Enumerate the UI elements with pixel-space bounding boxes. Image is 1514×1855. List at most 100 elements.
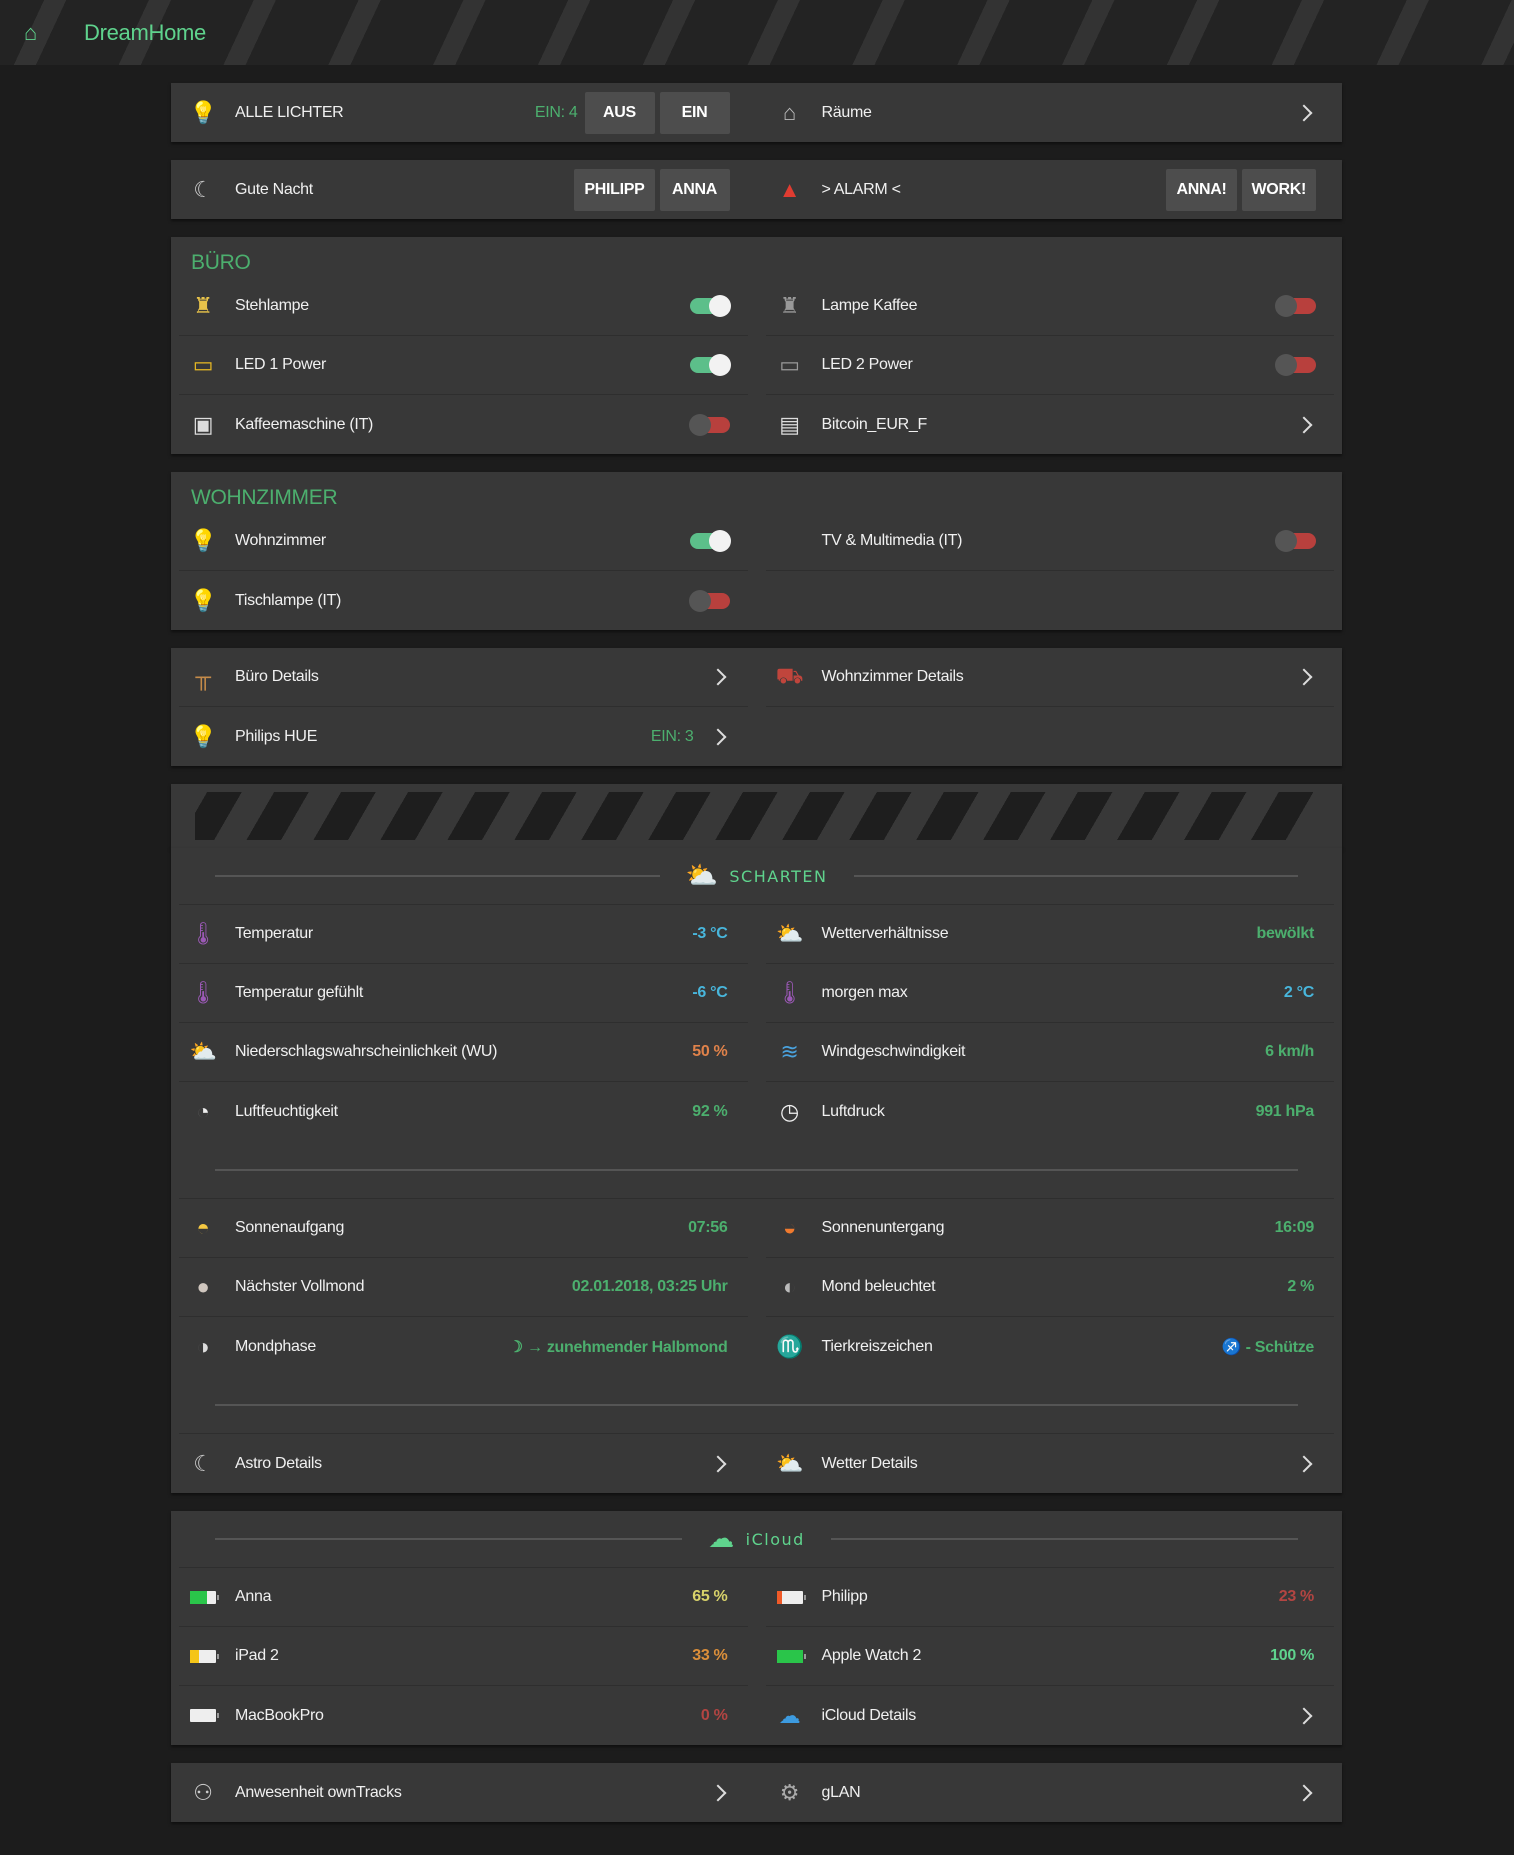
divider-line bbox=[215, 875, 660, 877]
item-value: EIN: 3 bbox=[650, 727, 694, 745]
toggle-switch[interactable] bbox=[688, 413, 730, 436]
item-büro-details[interactable]: ╥ Büro Details bbox=[179, 648, 748, 707]
item-philipp: Philipp 23 % bbox=[765, 1568, 1334, 1627]
battery-level bbox=[190, 1709, 219, 1722]
item-alle-lichter: 💡 ALLE LICHTER EIN: 4 AUS EIN bbox=[179, 83, 748, 142]
item-wohnzimmer: 💡 Wohnzimmer bbox=[179, 512, 748, 571]
chevron-right-icon[interactable] bbox=[1295, 416, 1313, 433]
toggle-knob[interactable] bbox=[688, 589, 711, 612]
document-icon: ▤ bbox=[779, 411, 800, 437]
empty-cell bbox=[766, 571, 1335, 630]
button-ein[interactable]: EIN bbox=[659, 91, 730, 134]
battery-level bbox=[190, 1649, 219, 1663]
item-bitcoin-eur-f[interactable]: ▤ Bitcoin_EUR_F bbox=[766, 395, 1335, 454]
battery-icon bbox=[189, 1702, 219, 1730]
item-glan[interactable]: ⚙ gLAN bbox=[766, 1763, 1335, 1822]
item-label: > ALARM < bbox=[821, 180, 901, 198]
item-value: 92 % bbox=[692, 1102, 728, 1120]
toggle-switch[interactable] bbox=[689, 530, 731, 552]
item-sonnenaufgang: ◓ Sonnenaufgang 07:56 bbox=[179, 1199, 748, 1258]
chevron-right-icon[interactable] bbox=[709, 668, 726, 686]
item-räume[interactable]: ⌂ Räume bbox=[766, 83, 1335, 142]
item-label: Anwesenheit ownTracks bbox=[235, 1783, 402, 1801]
panel: ☾ Gute Nacht PHILIPP ANNA ▲ > ALARM < ANNA! WOR… bbox=[171, 160, 1342, 219]
chevron-right-icon[interactable] bbox=[709, 728, 726, 745]
button-aus[interactable]: AUS bbox=[584, 91, 655, 134]
item-grid: ◓ Sonnenaufgang 07:56 ◒ Sonnenuntergang 16:09… bbox=[179, 1199, 1334, 1376]
item-grid: ☾ Gute Nacht PHILIPP ANNA ▲ > ALARM < ANNA! WOR… bbox=[179, 160, 1334, 219]
toggle-switch[interactable] bbox=[1275, 295, 1316, 317]
chevron-right-icon[interactable] bbox=[1295, 668, 1313, 686]
toggle-switch[interactable] bbox=[1275, 354, 1316, 376]
item-anna: Anna 65 % bbox=[179, 1568, 748, 1627]
house-icon: ⌂ bbox=[783, 99, 796, 125]
button-anna[interactable]: ANNA! bbox=[1166, 168, 1237, 211]
chevron-right-icon[interactable] bbox=[1295, 1784, 1313, 1801]
sunset-icon: ◒ bbox=[783, 1215, 796, 1240]
button-anna[interactable]: ANNA bbox=[659, 168, 730, 211]
toggle-knob[interactable] bbox=[708, 530, 731, 552]
chevron-right-icon[interactable] bbox=[1295, 104, 1313, 121]
toggle-knob[interactable] bbox=[1275, 530, 1297, 552]
item-apple-watch-2: Apple Watch 2 100 % bbox=[765, 1627, 1334, 1686]
chevron-right-icon[interactable] bbox=[709, 1784, 726, 1801]
chevron-right-icon[interactable] bbox=[1295, 1455, 1313, 1472]
battery-level bbox=[776, 1649, 806, 1663]
item-grid: ♜ Stehlampe ♜ Lampe Kaffee ▭ LED 1 Power ▭ LED … bbox=[179, 277, 1334, 454]
divider-line bbox=[215, 1538, 683, 1540]
item-mond-beleuchtet: ◐ Mond beleuchtet 2 % bbox=[765, 1258, 1334, 1317]
item-windgeschwindigkeit: ≋ Windgeschwindigkeit 6 km/h bbox=[765, 1023, 1334, 1082]
item-morgen-max: 🌡 morgen max 2 °C bbox=[765, 964, 1334, 1023]
item-sonnenuntergang: ◒ Sonnenuntergang 16:09 bbox=[765, 1199, 1334, 1258]
item-philips-hue[interactable]: 💡 Philips HUE EIN: 3 bbox=[179, 707, 748, 766]
divider-line bbox=[215, 1403, 1298, 1406]
empty-cell bbox=[766, 707, 1335, 766]
item-tierkreiszeichen: ♏ Tierkreiszeichen ♐ - Schütze bbox=[766, 1317, 1335, 1376]
toggle-switch[interactable] bbox=[689, 295, 731, 317]
toggle-knob[interactable] bbox=[1275, 295, 1297, 317]
item-tischlampe-it: 💡 Tischlampe (IT) bbox=[179, 571, 748, 630]
toggle-knob[interactable] bbox=[708, 354, 731, 376]
item-label: Luftdruck bbox=[821, 1102, 885, 1120]
item-astro-details[interactable]: ☾ Astro Details bbox=[179, 1434, 748, 1493]
app-title[interactable]: DreamHome bbox=[84, 20, 206, 46]
item-wetter-details[interactable]: ⛅ Wetter Details bbox=[766, 1434, 1335, 1493]
toggle-knob[interactable] bbox=[1275, 354, 1297, 376]
home-icon[interactable]: ⌂ bbox=[24, 21, 46, 43]
item-label: MacBookPro bbox=[235, 1706, 324, 1724]
sun-cloud-icon: ⛅ bbox=[775, 921, 804, 946]
item-label: Tierkreiszeichen bbox=[821, 1337, 933, 1355]
item-wohnzimmer-details[interactable]: ⛟ Wohnzimmer Details bbox=[765, 648, 1334, 707]
toggle-switch[interactable] bbox=[689, 354, 731, 376]
item-label: gLAN bbox=[821, 1783, 861, 1801]
item-value: 991 hPa bbox=[1255, 1102, 1315, 1120]
bulb-icon: 💡 bbox=[189, 528, 217, 553]
toggle-switch[interactable] bbox=[688, 589, 730, 612]
toggle-knob[interactable] bbox=[688, 413, 711, 436]
item-label: iPad 2 bbox=[235, 1647, 279, 1664]
item-luftdruck: ◷ Luftdruck 991 hPa bbox=[766, 1082, 1335, 1141]
bulb-off-icon: 💡 bbox=[189, 587, 217, 613]
item-label: Windgeschwindigkeit bbox=[821, 1043, 966, 1060]
chevron-right-icon[interactable] bbox=[1295, 1707, 1313, 1724]
item-lampe-kaffee: ♜ Lampe Kaffee bbox=[765, 277, 1334, 336]
item-value: ☽ → zunehmender Halbmond bbox=[508, 1338, 728, 1356]
item-label: Tischlampe (IT) bbox=[235, 591, 342, 609]
toggle-knob[interactable] bbox=[708, 295, 731, 317]
toggle-switch[interactable] bbox=[1275, 530, 1316, 552]
item-label: Gute Nacht bbox=[235, 180, 313, 198]
item-led-1-power: ▭ LED 1 Power bbox=[179, 336, 748, 395]
item-label: Temperatur bbox=[235, 925, 313, 942]
item-icloud-details[interactable]: ☁ iCloud Details bbox=[766, 1686, 1335, 1745]
chevron-right-icon[interactable] bbox=[709, 1455, 726, 1472]
floor-lamp-off-icon: ♜ bbox=[779, 293, 800, 318]
item-mondphase: ◑ Mondphase ☽ → zunehmender Halbmond bbox=[179, 1317, 748, 1376]
wind-icon: ≋ bbox=[780, 1039, 799, 1064]
item-label: LED 1 Power bbox=[235, 356, 326, 373]
alarm-light-icon: ▲ bbox=[778, 176, 801, 202]
item-label: Philipp bbox=[821, 1588, 868, 1605]
panel: ☁ iCloud Anna 65 % Philipp 23 % iPad 2 33 % Appl… bbox=[171, 1511, 1342, 1745]
button-philipp[interactable]: PHILIPP bbox=[574, 168, 655, 211]
item-anwesenheit-owntracks[interactable]: ⚇ Anwesenheit ownTracks bbox=[179, 1763, 748, 1822]
button-work[interactable]: WORK! bbox=[1241, 168, 1316, 211]
